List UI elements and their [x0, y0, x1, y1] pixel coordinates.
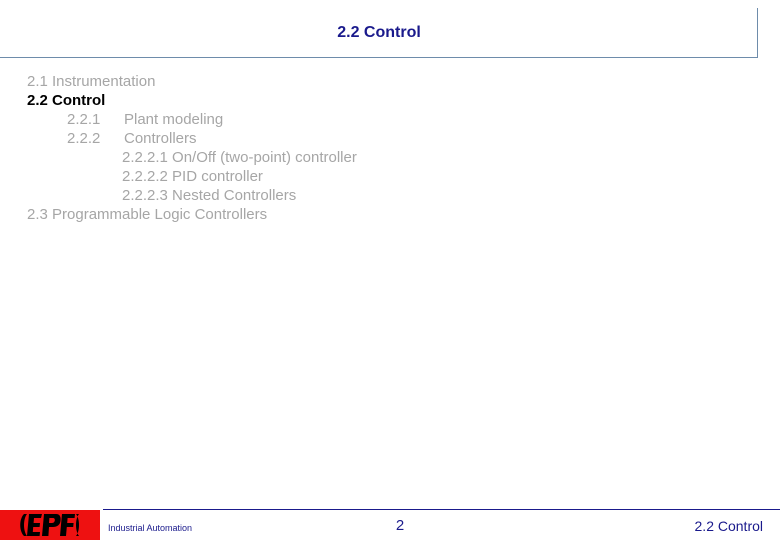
outline-item-2-2-2: 2.2.2 Controllers: [0, 129, 780, 148]
outline-item-2-2-1: 2.2.1 Plant modeling: [0, 110, 780, 129]
outline-item-label: 2.2 Control: [27, 92, 106, 109]
outline-item-label: Plant modeling: [124, 111, 224, 128]
epfl-logo: [0, 510, 100, 540]
footer-course-label: Industrial Automation: [108, 523, 193, 533]
page-title: 2.2 Control: [337, 24, 421, 41]
outline-item-label: 2.1 Instrumentation: [27, 73, 156, 90]
slide-header: 2.2 Control: [0, 0, 758, 58]
outline-item-2-2-2-3: 2.2.2.3 Nested Controllers: [0, 186, 780, 205]
epfl-wordmark-icon: [20, 514, 79, 536]
outline-item-label: 2.2.2.1 On/Off (two-point) controller: [122, 149, 357, 166]
outline-item-2-2: 2.2 Control: [0, 91, 780, 110]
outline-item-label: 2.3 Programmable Logic Controllers: [27, 206, 268, 223]
outline-item-label: 2.2.2.2 PID controller: [122, 168, 263, 185]
header-divider: [0, 57, 758, 58]
header-right-edge: [757, 8, 758, 58]
outline-item-label: 2.2.2.3 Nested Controllers: [122, 187, 297, 204]
outline-item-2-2-2-2: 2.2.2.2 PID controller: [0, 167, 780, 186]
outline-item-number: 2.2.1: [67, 111, 101, 128]
outline-list: 2.1 Instrumentation 2.2 Control 2.2.1 Pla…: [0, 72, 780, 224]
outline-item-2-2-2-1: 2.2.2.1 On/Off (two-point) controller: [0, 148, 780, 167]
footer-section-label: 2.2 Control: [694, 518, 763, 534]
slide-footer: Industrial Automation 2 2.2 Control: [0, 505, 780, 540]
outline-item-2-1: 2.1 Instrumentation: [0, 72, 780, 91]
outline-item-number: 2.2.2: [67, 130, 101, 147]
outline-item-2-3: 2.3 Programmable Logic Controllers: [0, 205, 780, 224]
footer-divider: [103, 509, 780, 510]
page-number: 2: [395, 517, 405, 534]
outline-item-label: Controllers: [124, 130, 197, 147]
slide: 2.2 Control 2.1 Instrumentation 2.2 Cont…: [0, 0, 780, 540]
